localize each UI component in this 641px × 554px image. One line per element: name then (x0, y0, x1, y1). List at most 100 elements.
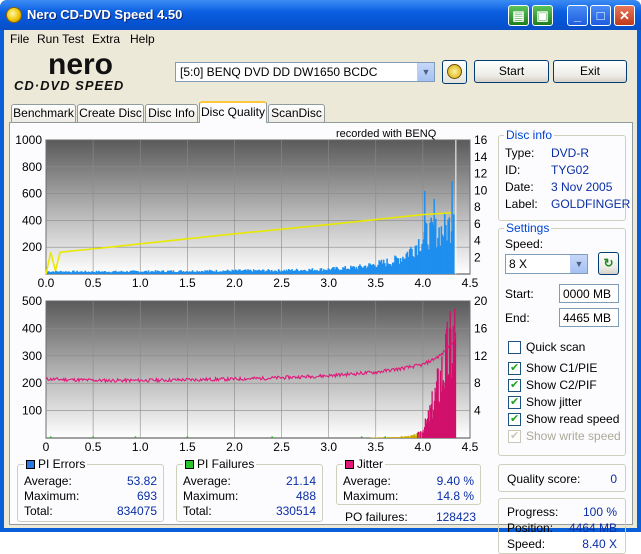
quick-scan-label[interactable]: Quick scan (526, 340, 585, 354)
logo-subtitle: CD·DVD SPEED (14, 78, 125, 93)
show-c2-pif-checkbox[interactable] (508, 378, 521, 392)
start-input[interactable]: 0000 MB (559, 284, 619, 303)
show-c1-pie-checkbox[interactable] (508, 361, 521, 375)
disc-info-group: Disc info Type: DVD-R ID: TYG02 Date: 3 … (498, 128, 630, 221)
client-area: File Run Test Extra Help nero CD·DVD SPE… (4, 30, 637, 554)
pif-chart-x-tick: 2.5 (273, 440, 290, 454)
tab-create-disc[interactable]: Create Disc (77, 104, 144, 122)
speed-select[interactable]: 8 X ▼ (505, 254, 588, 274)
pi-failures-title-text: PI Failures (197, 457, 255, 471)
pif-chart-x-tick: 1.0 (132, 440, 149, 454)
refresh-speed-button[interactable]: ↻ (598, 252, 619, 275)
menu-help[interactable]: Help (130, 32, 155, 46)
progress-box: Progress: 100 % Position: 4464 MB Speed:… (498, 498, 626, 554)
menu-extra[interactable]: Extra (92, 32, 120, 46)
pie-chart-y2-tick: 14 (474, 150, 488, 164)
pie-chart-y2-tick: 12 (474, 167, 488, 181)
start-label: Start: (505, 287, 534, 301)
pi-failures-total-value: 330514 (275, 504, 316, 518)
refresh-icon: ↻ (603, 256, 614, 270)
show-c1-pie-label[interactable]: Show C1/PIE (526, 361, 597, 375)
pif-chart-y-tick: 500 (22, 294, 42, 308)
close-icon: ✕ (619, 8, 630, 23)
disc-quality-panel: recorded with BENQ 0.0 0.5 1.0 1.5 2.0 2.5 3.0… (9, 122, 633, 554)
disc-id-value: TYG02 (551, 163, 590, 177)
show-jitter-checkbox[interactable] (508, 395, 521, 409)
disc-type-value: DVD-R (551, 146, 589, 160)
disc-label-value: GOLDFINGER (551, 197, 631, 211)
window-title: Nero CD-DVD Speed 4.50 (27, 7, 183, 22)
pi-failures-max-label: Maximum: (183, 489, 239, 503)
quality-score-label: Quality score: (507, 472, 581, 486)
drive-info-button[interactable] (442, 60, 467, 84)
disc-label-label: Label: (505, 197, 538, 211)
pi-errors-avg-value: 53.82 (126, 474, 157, 488)
pif-chart-x-tick: 0 (43, 440, 50, 454)
pie-chart-x-tick: 1.5 (179, 276, 196, 290)
start-button[interactable]: Start (474, 60, 549, 83)
pif-chart-y2-tick: 16 (474, 321, 488, 335)
pie-chart-y2-tick: 8 (474, 200, 481, 214)
jitter-title: Jitter (343, 457, 386, 471)
quick-scan-checkbox[interactable] (508, 341, 521, 354)
show-jitter-label[interactable]: Show jitter (526, 395, 582, 409)
settings-title: Settings (504, 221, 552, 235)
title-bar[interactable]: Nero CD-DVD Speed 4.50 ▤ ▣ _ □ ✕ (0, 0, 641, 30)
quality-score-box: Quality score: 0 (498, 464, 626, 492)
pif-chart-y2-tick: 12 (474, 349, 488, 363)
pi-errors-max-value: 693 (136, 489, 157, 503)
show-read-speed-checkbox[interactable] (508, 412, 521, 426)
pif-chart-y2-tick: 8 (474, 376, 481, 390)
minimize-button[interactable]: _ (567, 5, 588, 26)
pi-errors-total-value: 834075 (116, 504, 157, 518)
pi-failures-max-value: 488 (295, 489, 316, 503)
toolbar-green-button[interactable]: ▤ (508, 5, 529, 26)
tab-disc-quality[interactable]: Disc Quality (199, 101, 267, 123)
pif-chart-x-tick: 3.5 (367, 440, 384, 454)
maximize-button[interactable]: □ (590, 5, 611, 26)
tab-scandisc[interactable]: ScanDisc (268, 104, 325, 122)
pif-plot-area (45, 300, 471, 439)
pi-failures-total-label: Total: (183, 504, 212, 518)
jitter-box: Jitter Average: 9.40 % Maximum: 14.8 % (336, 457, 481, 505)
pif-chart-y-tick: 100 (22, 404, 42, 418)
exit-button[interactable]: Exit (553, 60, 627, 83)
disc-type-label: Type: (505, 146, 535, 160)
pi-errors-swatch (26, 460, 35, 469)
pie-chart-x-tick: 2.0 (226, 276, 243, 290)
po-failures-value: 128423 (435, 510, 476, 524)
show-read-speed-label[interactable]: Show read speed (526, 412, 619, 426)
pi-failures-avg-label: Average: (183, 474, 231, 488)
close-button[interactable]: ✕ (614, 5, 635, 26)
jitter-max-label: Maximum: (343, 489, 399, 503)
pi-errors-total-label: Total: (24, 504, 53, 518)
toolbar-save-button[interactable]: ▣ (532, 5, 553, 26)
pif-chart-x-tick: 2.0 (226, 440, 243, 454)
pie-chart-y2-tick: 16 (474, 133, 488, 147)
chevron-down-icon: ▼ (574, 259, 584, 269)
pi-errors-box: PI Errors Average: 53.82 Maximum: 693 To… (17, 457, 164, 522)
disc-id-label: ID: (505, 163, 521, 177)
pif-chart-y2-tick: 4 (474, 404, 481, 418)
pie-chart-y-tick: 1000 (15, 133, 42, 147)
end-input[interactable]: 4465 MB (559, 308, 619, 327)
tab-benchmark[interactable]: Benchmark (11, 104, 76, 122)
menu-run-test[interactable]: Run Test (37, 32, 84, 46)
pi-errors-title-text: PI Errors (38, 457, 86, 471)
speed-dropdown-arrow[interactable]: ▼ (570, 255, 587, 273)
pie-chart-y2-tick: 2 (474, 250, 481, 264)
pie-chart-x-tick: 4.5 (462, 276, 479, 290)
chart-annotation: recorded with BENQ (336, 128, 437, 140)
drive-select[interactable]: [5:0] BENQ DVD DD DW1650 BCDC ▼ (175, 62, 435, 82)
menu-file[interactable]: File (10, 32, 29, 46)
pif-chart-y-tick: 300 (22, 349, 42, 363)
read-speed-label: Speed: (507, 537, 546, 551)
show-c2-pif-label[interactable]: Show C2/PIF (526, 378, 597, 392)
pie-chart-y2-tick: 10 (474, 183, 488, 197)
pie-chart-x-tick: 3.0 (320, 276, 337, 290)
drive-dropdown-arrow[interactable]: ▼ (417, 63, 434, 81)
tab-disc-info[interactable]: Disc Info (145, 104, 198, 122)
pie-chart-y2-tick: 6 (474, 217, 481, 231)
jitter-max-value: 14.8 % (436, 489, 474, 503)
disc-icon (447, 64, 462, 79)
